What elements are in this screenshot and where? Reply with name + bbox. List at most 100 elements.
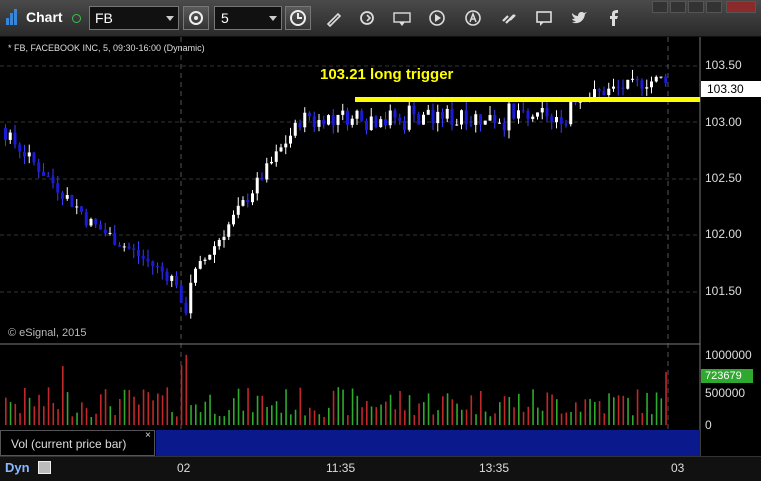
volume-bar [57,409,59,425]
price-tick: 102.50 [705,171,742,185]
candle-body [32,152,36,163]
volume-bar [28,397,31,425]
chevron-down-icon[interactable] [166,16,174,21]
chevron-down-icon[interactable] [269,16,277,21]
volume-bar [456,403,458,425]
study-label-box[interactable]: Vol (current price bar) [0,430,155,456]
candle-body [455,124,459,126]
candle-body [23,151,26,157]
toolbar: Chart FB 5 [0,0,761,37]
chart-window-icon [6,9,20,25]
candle-body [170,275,174,281]
candle-body [517,110,520,119]
get-data-icon[interactable] [393,9,411,27]
candle-body [607,88,611,96]
volume-bar [660,398,663,425]
time-template-button[interactable] [285,6,311,30]
candle-body [621,87,625,89]
candle-body [464,110,468,125]
symbol-input[interactable]: FB [89,6,179,30]
candle-body [265,163,269,180]
trigger-line [355,97,700,102]
volume-bar [584,399,587,425]
volume-bar [166,387,169,425]
dynamic-mode-label[interactable]: Dyn [5,460,30,475]
copyright-text: © eSignal, 2015 [8,327,87,339]
volume-bar [522,411,525,425]
volume-bar [313,410,316,425]
volume-bar [323,416,325,425]
candle-body [450,108,454,126]
candle-body [659,76,663,78]
volume-bar [328,407,330,425]
candle-body [251,193,254,203]
candle-body [165,271,169,281]
volume-bar [142,389,145,425]
volume-bar [408,395,411,425]
candle-body [4,128,7,140]
candle-body [612,86,615,89]
window-title: Chart [26,9,63,25]
candle-body [194,268,197,283]
candle-body [132,248,136,250]
volume-bar [52,402,55,425]
volume-bar [285,389,287,425]
interval-settings-button[interactable] [183,6,209,30]
fit-icon[interactable] [38,461,51,474]
candle-body [217,239,221,247]
volume-bar [38,394,40,425]
candle-body [222,236,226,240]
candle-body [417,114,421,125]
volume-bar [636,389,639,425]
candle-body [493,115,497,124]
candle-body [654,76,658,82]
twitter-icon[interactable] [570,9,588,27]
price-tick: 103.00 [705,115,742,129]
volume-bar [66,392,69,425]
candle-body [407,105,411,130]
candle-body [550,116,554,123]
candle-body [208,254,212,260]
candle-body [303,112,307,128]
study-label: Vol (current price bar) [11,437,127,451]
volume-bar [304,415,306,425]
volume-bar [537,407,539,425]
volume-bar [570,412,572,425]
close-button[interactable] [726,1,756,13]
study-panel [156,430,700,456]
volume-bar [9,402,12,425]
alert-icon[interactable] [464,9,482,27]
volume-bar [223,416,226,425]
maximize-button[interactable] [706,1,722,13]
refresh-icon[interactable] [358,9,376,27]
volume-bar [266,406,268,425]
pencil-icon[interactable] [325,9,343,27]
volume-bar [275,401,278,425]
menu-button[interactable] [652,1,668,13]
minimize-button[interactable] [670,1,686,13]
candle-body [403,120,406,130]
volume-bar [489,416,492,425]
facebook-icon[interactable] [604,9,622,27]
volume-bar [95,413,97,425]
play-icon[interactable] [428,9,446,27]
volume-bar [546,392,549,425]
restore-button[interactable] [688,1,704,13]
candle-body [274,151,278,162]
volume-bar [128,390,131,425]
volume-bar [508,397,511,425]
interval-input[interactable]: 5 [214,6,282,30]
volume-bar [332,390,335,425]
candle-body [597,89,601,91]
comment-icon[interactable] [535,9,553,27]
volume-bar [90,416,93,425]
candle-body [531,116,535,119]
price-chart[interactable] [0,37,761,480]
volume-bar [299,387,302,425]
candle-body [42,171,45,176]
close-icon[interactable]: × [145,430,151,441]
candle-body [51,176,55,184]
link-icon[interactable] [500,9,518,27]
volume-bar [114,414,116,425]
volume-bar [190,405,192,425]
